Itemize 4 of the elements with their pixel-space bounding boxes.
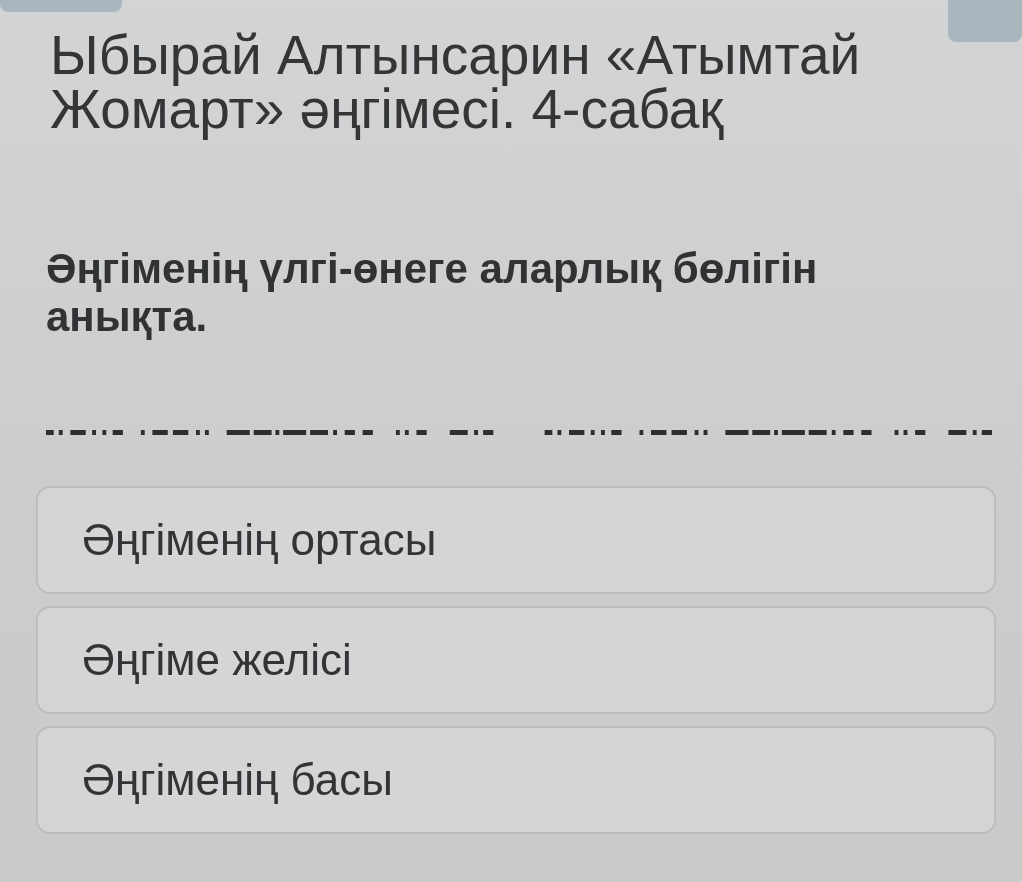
question-text: Әңгіменің үлгі-өнеге аларлық бөлігін анықта. xyxy=(46,245,819,341)
answer-option[interactable]: Әңгіменің басы xyxy=(36,726,996,834)
answer-option[interactable]: Әңгіменің ортасы xyxy=(36,486,996,594)
answer-option[interactable]: Әңгіме желісі xyxy=(36,606,996,714)
